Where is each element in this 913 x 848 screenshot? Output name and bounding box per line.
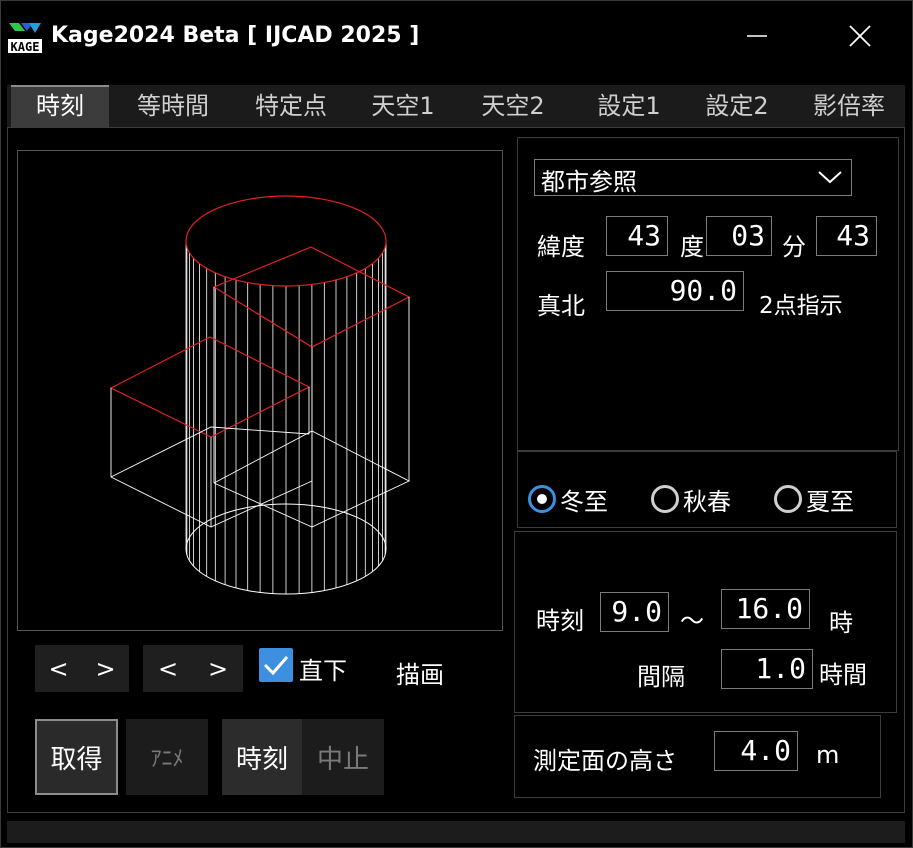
title-bar: KAGE Kage2024 Beta [ IJCAD 2025 ] — [1, 1, 912, 73]
close-button[interactable] — [837, 15, 883, 57]
hour-unit: 時 — [829, 609, 853, 637]
tilde-label: ～ — [680, 607, 704, 635]
radio-summer-label: 夏至 — [806, 487, 854, 516]
directly-below-label: 直下 — [299, 657, 347, 685]
measurement-height-input[interactable]: 4.0 — [714, 731, 798, 771]
measurement-height-label: 測定面の高さ — [533, 747, 677, 775]
meter-unit: m — [816, 741, 840, 769]
city-reference-select[interactable]: 都市参照 — [534, 159, 852, 196]
time-label: 時刻 — [536, 607, 584, 635]
true-north-label: 真北 — [537, 292, 585, 320]
chevron-down-icon — [818, 171, 842, 184]
kage-app-icon: KAGE — [7, 21, 43, 55]
city-select-value: 都市参照 — [541, 168, 637, 196]
tab-sky2[interactable]: 天空2 — [463, 85, 563, 127]
rotate-nav-group-2: < > — [143, 645, 243, 692]
latitude-degree-input[interactable]: 43 — [606, 216, 668, 256]
window-title: Kage2024 Beta [ IJCAD 2025 ] — [51, 23, 420, 48]
tab-equal-time[interactable]: 等時間 — [121, 85, 225, 127]
wireframe-viewport[interactable] — [17, 150, 503, 631]
draw-button[interactable]: 描画 — [396, 655, 444, 690]
tab-time[interactable]: 時刻 — [11, 85, 109, 127]
radio-unselected-icon — [651, 485, 679, 513]
latitude-minute-input[interactable]: 03 — [706, 216, 772, 256]
latitude-label: 緯度 — [537, 233, 585, 261]
tab-settings1[interactable]: 設定1 — [579, 85, 679, 127]
radio-selected-icon — [528, 485, 556, 513]
interval-unit: 時間 — [819, 661, 867, 689]
prev-button-2[interactable]: < — [143, 645, 193, 692]
degree-unit: 度 — [680, 233, 704, 261]
tab-settings2[interactable]: 設定2 — [687, 85, 787, 127]
tab-specific-point[interactable]: 特定点 — [239, 85, 343, 127]
checkmark-icon — [263, 656, 289, 676]
rotate-nav-group-1: < > — [35, 645, 129, 692]
app-window: KAGE Kage2024 Beta [ IJCAD 2025 ] 時刻 等時間… — [0, 0, 913, 848]
start-time-input[interactable]: 9.0 — [600, 592, 669, 632]
minute-unit: 分 — [782, 233, 806, 261]
directly-below-checkbox[interactable] — [259, 648, 293, 682]
tab-bar: 時刻 等時間 特定点 天空1 天空2 設定1 設定2 影倍率 — [7, 85, 905, 127]
true-north-input[interactable]: 90.0 — [606, 271, 744, 311]
stop-button[interactable]: 中止 — [302, 719, 384, 795]
interval-input[interactable]: 1.0 — [721, 649, 813, 689]
app-icon-text: KAGE — [11, 40, 40, 54]
radio-summer-solstice[interactable]: 夏至 — [774, 483, 854, 516]
radio-winter-label: 冬至 — [560, 487, 608, 516]
two-point-button[interactable]: 2点指示 — [759, 286, 843, 320]
tab-sky1[interactable]: 天空1 — [353, 85, 453, 127]
wireframe-model — [109, 195, 411, 595]
anime-button[interactable]: ｱﾆﾒ — [126, 719, 208, 795]
radio-unselected-icon — [774, 485, 802, 513]
radio-winter-solstice[interactable]: 冬至 — [528, 483, 608, 516]
acquire-button[interactable]: 取得 — [35, 719, 118, 795]
minimize-button[interactable] — [734, 15, 780, 57]
status-bar — [7, 821, 905, 843]
interval-label: 間隔 — [637, 663, 685, 691]
latitude-second-input[interactable]: 43 — [816, 216, 877, 256]
minimize-icon — [747, 35, 767, 37]
tab-shadow-ratio[interactable]: 影倍率 — [797, 85, 901, 127]
time-button[interactable]: 時刻 — [222, 719, 302, 795]
end-time-input[interactable]: 16.0 — [721, 589, 810, 629]
close-icon — [849, 25, 871, 47]
next-button-1[interactable]: > — [82, 645, 129, 692]
radio-equinox[interactable]: 秋春 — [651, 483, 731, 516]
next-button-2[interactable]: > — [193, 645, 243, 692]
radio-equinox-label: 秋春 — [683, 487, 731, 516]
prev-button-1[interactable]: < — [35, 645, 82, 692]
